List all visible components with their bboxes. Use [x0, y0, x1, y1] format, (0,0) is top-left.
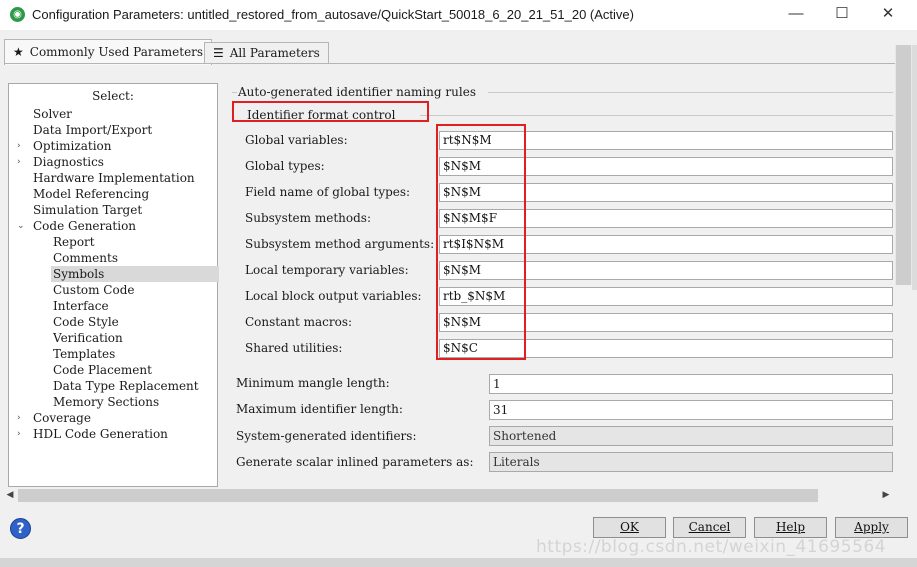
- list-icon: ☰: [213, 46, 224, 60]
- group-title: Auto-generated identifier naming rules: [238, 85, 476, 99]
- group-divider: [488, 92, 893, 93]
- scroll-right-icon[interactable]: ▶: [879, 487, 893, 504]
- tree-item-data-import-export[interactable]: Data Import/Export: [31, 122, 154, 138]
- window-title: Configuration Parameters: untitled_resto…: [32, 7, 634, 22]
- global-variables-label: Global variables:: [245, 133, 348, 147]
- close-icon[interactable]: ✕: [877, 4, 899, 24]
- global-variables-input[interactable]: rt$N$M: [439, 131, 893, 150]
- subgroup-divider: [420, 115, 893, 116]
- expand-icon[interactable]: ›: [17, 154, 27, 170]
- tree-item-code-style[interactable]: Code Style: [51, 314, 121, 330]
- subsystem-methods-label: Subsystem methods:: [245, 211, 371, 225]
- expand-icon[interactable]: ›: [17, 426, 27, 442]
- tree-item-templates[interactable]: Templates: [51, 346, 117, 362]
- minimize-icon[interactable]: —: [785, 4, 807, 24]
- help-icon[interactable]: ?: [10, 518, 31, 539]
- tree-item-verification[interactable]: Verification: [51, 330, 125, 346]
- tree-item-symbols[interactable]: Symbols: [51, 266, 219, 282]
- tree-item-hdl-code-generation[interactable]: HDL Code Generation: [31, 426, 170, 442]
- field-name-global-types-input[interactable]: $N$M: [439, 183, 893, 202]
- vertical-scroll-thumb[interactable]: [896, 45, 911, 285]
- tree-header: Select:: [92, 89, 134, 103]
- global-types-label: Global types:: [245, 159, 325, 173]
- tree-item-coverage[interactable]: Coverage: [31, 410, 93, 426]
- horizontal-scrollbar[interactable]: ◀ ▶: [0, 487, 895, 504]
- minimum-mangle-length-input[interactable]: 1: [489, 374, 893, 394]
- local-temporary-variables-label: Local temporary variables:: [245, 263, 409, 277]
- global-types-input[interactable]: $N$M: [439, 157, 893, 176]
- category-tree[interactable]: Select: Solver Data Import/Export › Opti…: [8, 83, 219, 487]
- tree-item-memory-sections[interactable]: Memory Sections: [51, 394, 161, 410]
- subsystem-method-arguments-label: Subsystem method arguments:: [245, 237, 435, 251]
- tree-item-code-generation[interactable]: Code Generation: [31, 218, 138, 234]
- tab-label: Commonly Used Parameters: [29, 45, 204, 59]
- constant-macros-input[interactable]: $N$M: [439, 313, 893, 332]
- minimum-mangle-length-label: Minimum mangle length:: [236, 376, 390, 390]
- tree-item-diagnostics[interactable]: Diagnostics: [31, 154, 106, 170]
- simulink-icon: ◉: [10, 7, 25, 22]
- shared-utilities-input[interactable]: $N$C: [439, 339, 893, 358]
- field-name-global-types-label: Field name of global types:: [245, 185, 411, 199]
- watermark-text: https://blog.csdn.net/weixin_41695564: [536, 537, 887, 557]
- tree-item-optimization[interactable]: Optimization: [31, 138, 114, 154]
- cancel-button[interactable]: Cancel: [673, 517, 746, 538]
- subsystem-method-arguments-input[interactable]: rt$I$N$M: [439, 235, 893, 254]
- bottom-edge: [0, 558, 917, 567]
- local-temporary-variables-input[interactable]: $N$M: [439, 261, 893, 280]
- tree-item-simulation-target[interactable]: Simulation Target: [31, 202, 144, 218]
- horizontal-scroll-thumb[interactable]: [18, 489, 818, 502]
- expand-icon[interactable]: ›: [17, 410, 27, 426]
- group-divider: [232, 92, 237, 93]
- tree-item-code-placement[interactable]: Code Placement: [51, 362, 154, 378]
- shared-utilities-label: Shared utilities:: [245, 341, 343, 355]
- tree-item-solver[interactable]: Solver: [31, 106, 74, 122]
- tree-item-custom-code[interactable]: Custom Code: [51, 282, 137, 298]
- right-edge-strip: [912, 45, 917, 290]
- title-bar: ◉ Configuration Parameters: untitled_res…: [0, 0, 917, 30]
- maximum-identifier-length-input[interactable]: 31: [489, 400, 893, 420]
- maximize-icon[interactable]: ☐: [831, 4, 853, 24]
- system-generated-identifiers-label: System-generated identifiers:: [236, 429, 417, 443]
- expand-icon[interactable]: ›: [17, 138, 27, 154]
- tab-strip: ★ Commonly Used Parameters ☰ All Parameter…: [0, 38, 917, 65]
- help-button[interactable]: Help: [754, 517, 827, 538]
- tree-item-model-referencing[interactable]: Model Referencing: [31, 186, 151, 202]
- tree-item-comments[interactable]: Comments: [51, 250, 120, 266]
- constant-macros-label: Constant macros:: [245, 315, 353, 329]
- tree-item-interface[interactable]: Interface: [51, 298, 111, 314]
- vertical-scrollbar[interactable]: [895, 45, 912, 285]
- maximum-identifier-length-label: Maximum identifier length:: [236, 402, 403, 416]
- apply-button[interactable]: Apply: [835, 517, 908, 538]
- tab-all-parameters[interactable]: ☰ All Parameters: [204, 42, 329, 64]
- generate-scalar-inlined-parameters-label: Generate scalar inlined parameters as:: [236, 455, 474, 469]
- scroll-left-icon[interactable]: ◀: [3, 487, 17, 504]
- generate-scalar-inlined-parameters-select[interactable]: Literals: [489, 452, 893, 472]
- tree-item-hardware-implementation[interactable]: Hardware Implementation: [31, 170, 197, 186]
- star-icon: ★: [13, 45, 24, 59]
- tree-item-report[interactable]: Report: [51, 234, 97, 250]
- ok-button[interactable]: OK: [593, 517, 666, 538]
- subsystem-methods-input[interactable]: $N$M$F: [439, 209, 893, 228]
- tab-label: All Parameters: [229, 46, 320, 60]
- system-generated-identifiers-select[interactable]: Shortened: [489, 426, 893, 446]
- subgroup-title: Identifier format control: [247, 108, 396, 122]
- tab-commonly-used-parameters[interactable]: ★ Commonly Used Parameters: [4, 39, 213, 65]
- tree-item-data-type-replacement[interactable]: Data Type Replacement: [51, 378, 201, 394]
- collapse-icon[interactable]: ⌄: [17, 218, 27, 234]
- local-block-output-variables-input[interactable]: rtb_$N$M: [439, 287, 893, 306]
- local-block-output-variables-label: Local block output variables:: [245, 289, 422, 303]
